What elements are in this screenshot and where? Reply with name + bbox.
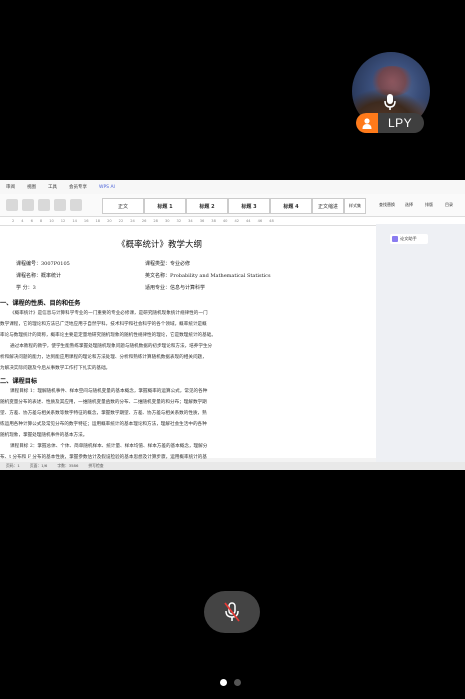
paragraph-icon[interactable] (22, 199, 34, 211)
mic-active-icon (384, 94, 396, 110)
paragraph-line: 练运用各种计算公式及常见分布的数字特征；运用概率统计的基本理论和方法，理解社会生… (0, 422, 207, 427)
paper-assistant-button[interactable]: 论文助手 (390, 234, 428, 244)
ruler-tick: 2 (12, 219, 15, 223)
style-set[interactable]: 样式集 (344, 198, 366, 214)
page-dot-active[interactable] (220, 679, 227, 686)
style-indent[interactable]: 正文缩进 (312, 198, 344, 214)
align-icon[interactable] (70, 199, 82, 211)
course-name: 课程名称：概率统计 (16, 273, 62, 279)
toc-button[interactable]: 目录 (440, 198, 458, 212)
paragraph-line: 析和解决问题的能力，达到能应用课程的理论和方法处理、分析和熟练计算随机数据表现的… (0, 355, 207, 360)
paragraph-line: 《概率统计》是信息与计算科学专业的一门重要的专业必修课，是研究随机现象统计规律性… (10, 311, 208, 316)
participant-name-tag: LPY (356, 113, 424, 133)
ruler-tick: 42 (234, 219, 240, 223)
select-button[interactable]: 选择 (400, 198, 418, 212)
ruler-tick: 28 (153, 219, 158, 223)
ribbon: 正文 标题 1 标题 2 标题 3 标题 4 正文缩进 样式集 查找替换 选择 … (0, 194, 465, 217)
ruler-tick: 46 (257, 219, 263, 223)
paragraph-line: 随机变量分布的表述、性质及其应用，一维随机变量函数的分布、二维随机变量的和分布；… (0, 400, 207, 405)
menu-tools[interactable]: 工具 (48, 184, 57, 190)
paper-assistant-label: 论文助手 (400, 236, 417, 241)
paragraph-line: 为解决实际问题及今后从事数学工作打下扎实的基础。 (0, 366, 111, 371)
course-name-en: 英文名称：Probability and Mathematical Statis… (145, 273, 271, 279)
ruler-tick: 12 (60, 219, 66, 223)
page-dot[interactable] (234, 679, 241, 686)
ruler-tick: 6 (30, 219, 33, 223)
style-heading-1[interactable]: 标题 1 (144, 198, 186, 214)
status-spellcheck[interactable]: 拼写检查 (88, 463, 103, 469)
mic-muted-icon (224, 602, 240, 622)
section-heading: 二、课程目标 (0, 378, 38, 385)
shared-screen: 审阅 视图 工具 会员专享 WPS AI 正文 标题 1 标题 2 标题 3 标… (0, 180, 465, 470)
ruler-tick: 44 (246, 219, 251, 223)
paragraph-line: 数学课程，它的理论和方法已广泛地应用于自然学科，技术科学和社会科学的各个领域，概… (0, 322, 207, 327)
menu-review[interactable]: 审阅 (6, 184, 15, 190)
ruler-tick: 48 (269, 219, 274, 223)
ruler-tick: 38 (211, 219, 216, 223)
course-major: 适用专业：信息与计算科学 (145, 285, 206, 291)
status-bar: 页码：1 页面：1/6 字数：3586 拼写检查 (0, 462, 465, 470)
style-heading-3[interactable]: 标题 3 (228, 198, 270, 214)
menu-bar: 审阅 视图 工具 会员专享 WPS AI (0, 180, 465, 194)
paragraph-line: 随机现象，掌握处理随机事件的基本方法。 (0, 433, 88, 438)
indent-icon[interactable] (38, 199, 50, 211)
user-icon (356, 113, 378, 133)
ruler-tick: 36 (199, 219, 205, 223)
layout-button[interactable]: 排版 (420, 198, 438, 212)
ruler-tick: 16 (83, 219, 89, 223)
ruler-tick: 26 (141, 219, 147, 223)
style-heading-2[interactable]: 标题 2 (186, 198, 228, 214)
ruler-tick: 14 (72, 219, 77, 223)
menu-view[interactable]: 视图 (27, 184, 36, 190)
ruler-tick: 30 (164, 219, 170, 223)
document-page[interactable]: 《概率统计》教学大纲 课程编号：3007P0105 课程类型：专业必修 课程名称… (0, 226, 376, 460)
status-page-no: 页码：1 (6, 463, 20, 468)
status-page-count: 页面：1/6 (29, 463, 48, 468)
ruler-tick: 18 (95, 219, 101, 223)
participant-name: LPY (388, 116, 413, 130)
find-replace-button[interactable]: 查找替换 (376, 198, 398, 212)
format-icon[interactable] (6, 199, 18, 211)
ruler-tick: 22 (118, 219, 124, 223)
page-indicator (220, 679, 241, 686)
assistant-icon (392, 236, 398, 242)
side-panel: 论文助手 (376, 224, 465, 462)
style-heading-4[interactable]: 标题 4 (270, 198, 312, 214)
course-credit: 学 分：3 (16, 285, 36, 291)
style-normal[interactable]: 正文 (102, 198, 144, 214)
list-icon[interactable] (54, 199, 66, 211)
ruler-tick: 20 (107, 219, 112, 223)
paragraph-line: 通过本教程的教学，使学生能熟练掌握处理随机现象问题与随机数据的初步理论和方法，培… (10, 344, 213, 349)
status-word-count[interactable]: 字数：3586 (57, 463, 78, 469)
section-heading: 一、课程的性质、目的和任务 (0, 300, 81, 307)
ruler-tick: 32 (176, 219, 182, 223)
paragraph-line: 课程目标 1：理解随机事件、样本空间与随机变量的基本概念，掌握概率的运算公式，常… (10, 389, 208, 394)
ruler-tick: 34 (188, 219, 193, 223)
menu-wps-ai[interactable]: WPS AI (99, 185, 115, 190)
ruler-tick: 10 (49, 219, 54, 223)
ruler-tick: 40 (222, 219, 228, 223)
paragraph-line: 望、方差、协方差与相关系数等数字特征的概念，掌握数学期望、方差、协方差与相关系数… (0, 411, 207, 416)
course-type: 课程类型：专业必修 (145, 261, 191, 267)
paragraph-line: 率论与数理统计的简称，概率论主要是定量地研究随机现象的随机性规律性的理论，它是数… (0, 333, 216, 338)
ruler-tick: 4 (21, 219, 24, 223)
menu-member[interactable]: 会员专享 (69, 184, 87, 190)
mute-button[interactable] (204, 591, 260, 633)
document-title: 《概率统计》教学大纲 (117, 240, 203, 250)
ruler-tick: 8 (39, 219, 43, 223)
course-code: 课程编号：3007P0105 (16, 261, 70, 267)
paragraph-line: 课程目标 2：掌握总体、个体、简单随机样本、统计量、样本均值、样本方差的基本概念… (10, 444, 208, 449)
ruler-tick: 24 (130, 219, 135, 223)
